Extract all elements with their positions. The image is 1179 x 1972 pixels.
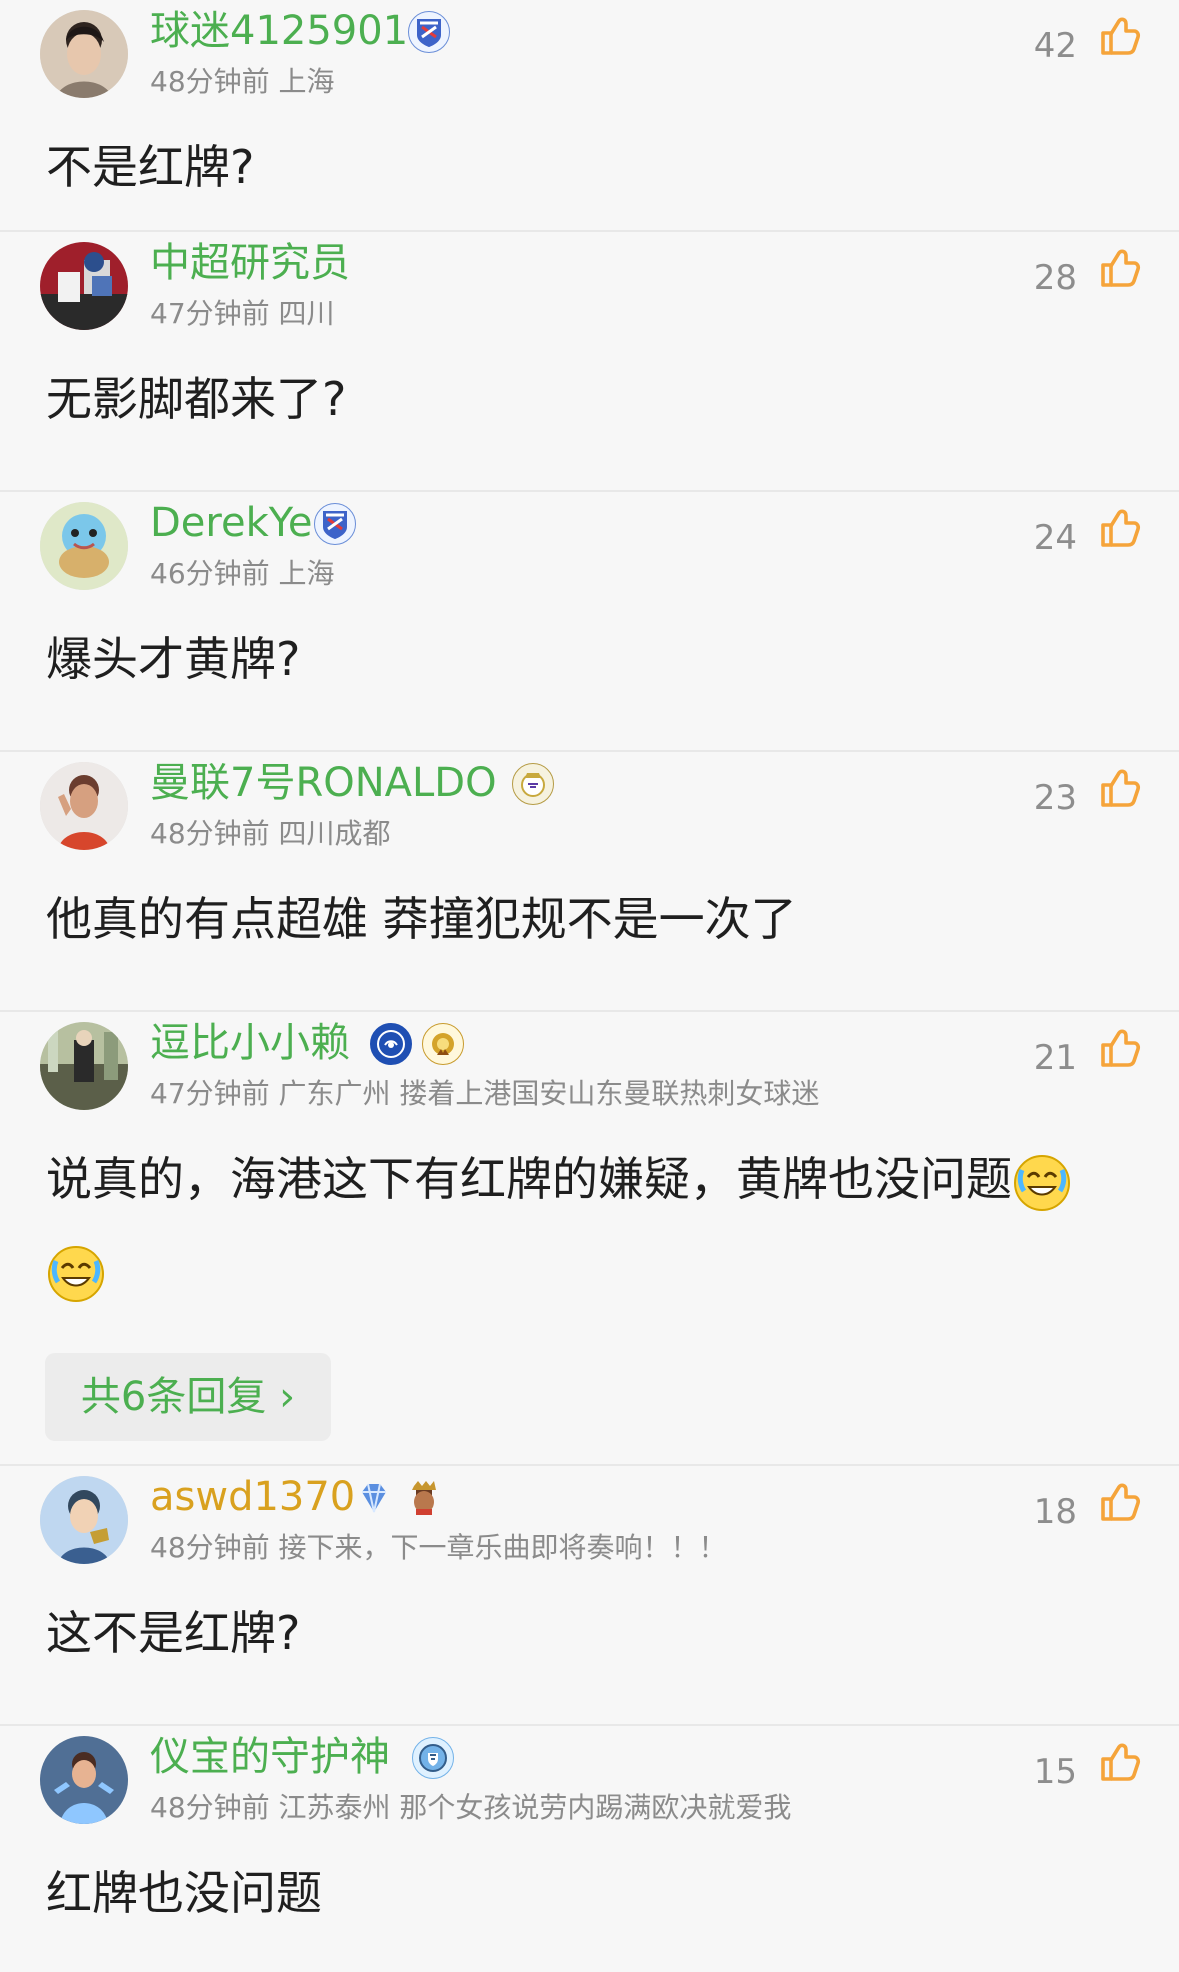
laughing-emoji-icon xyxy=(46,1244,106,1304)
badges xyxy=(354,1476,444,1520)
laughing-emoji-icon xyxy=(1012,1153,1072,1213)
player-badge-icon xyxy=(404,1478,444,1518)
thumbs-up-icon[interactable] xyxy=(1095,1024,1143,1072)
comment-feed: 球迷4125901 48分钟前 上海 42 不是红牌? 中超研究员 47分钟前 … xyxy=(0,0,1179,1972)
like-count: 28 xyxy=(1033,258,1077,298)
view-replies-label: 共6条回复 xyxy=(80,1374,267,1420)
comment-meta: 46分钟前 上海 xyxy=(150,557,335,590)
like-count: 21 xyxy=(1033,1038,1077,1078)
thumbs-up-icon[interactable] xyxy=(1095,244,1143,292)
chevron-right-icon: › xyxy=(266,1374,296,1420)
avatar[interactable] xyxy=(40,762,128,850)
username[interactable]: DerekYe xyxy=(150,498,312,548)
username[interactable]: 仪宝的守护神 xyxy=(150,1732,390,1782)
like-count: 15 xyxy=(1033,1752,1077,1792)
chelsea-badge-icon xyxy=(370,1023,412,1065)
comment-meta: 47分钟前 四川 xyxy=(150,297,335,330)
avatar[interactable] xyxy=(40,502,128,590)
comment-meta: 47分钟前 广东广州 搂着上港国安山东曼联热刺女球迷 xyxy=(150,1077,820,1110)
comment-text: 无影脚都来了? xyxy=(46,372,347,426)
comment-text: 红牌也没问题 xyxy=(46,1866,322,1920)
real-madrid-badge-icon xyxy=(512,763,554,805)
like-count: 24 xyxy=(1033,518,1077,558)
comment-item: 逗比小小赖 47分钟前 广东广州 搂着上港国安山东曼联热刺女球迷 21 说真的，… xyxy=(0,1012,1179,1466)
comment-item: 球迷4125901 48分钟前 上海 42 不是红牌? xyxy=(0,0,1179,232)
username[interactable]: 曼联7号RONALDO xyxy=(150,758,497,808)
diamond-badge-icon xyxy=(354,1478,394,1518)
avatar[interactable] xyxy=(40,1022,128,1110)
like-count: 18 xyxy=(1033,1492,1077,1532)
comment-item: DerekYe 46分钟前 上海 24 爆头才黄牌? xyxy=(0,492,1179,752)
avatar[interactable] xyxy=(40,10,128,98)
badges xyxy=(412,1736,454,1780)
comment-meta: 48分钟前 四川成都 xyxy=(150,817,391,850)
thumbs-up-icon[interactable] xyxy=(1095,12,1143,60)
username[interactable]: 逗比小小赖 xyxy=(150,1018,350,1068)
comment-meta: 48分钟前 接下来，下一章乐曲即将奏响！！！ xyxy=(150,1531,727,1564)
badges xyxy=(370,1022,464,1066)
comment-text: 说真的，海港这下有红牌的嫌疑，黄牌也没问题 xyxy=(46,1144,1143,1214)
shenhua-badge-icon xyxy=(314,503,356,545)
badges xyxy=(408,10,450,54)
thumbs-up-icon[interactable] xyxy=(1095,764,1143,812)
like-count: 23 xyxy=(1033,778,1077,818)
badges xyxy=(512,762,554,806)
username[interactable]: 球迷4125901 xyxy=(150,6,408,56)
avatar[interactable] xyxy=(40,242,128,330)
comment-text: 他真的有点超雄 莽撞犯规不是一次了 xyxy=(46,892,797,946)
comment-text: 这不是红牌? xyxy=(46,1606,301,1660)
comment-text: 不是红牌? xyxy=(46,140,255,194)
username[interactable]: 中超研究员 xyxy=(150,238,350,288)
comment-item: 曼联7号RONALDO 48分钟前 四川成都 23 他真的有点超雄 莽撞犯规不是… xyxy=(0,752,1179,1012)
comment-meta: 48分钟前 上海 xyxy=(150,65,335,98)
thumbs-up-icon[interactable] xyxy=(1095,504,1143,552)
comment-item: 中超研究员 47分钟前 四川 28 无影脚都来了? xyxy=(0,232,1179,492)
avatar[interactable] xyxy=(40,1736,128,1824)
comment-item: aswd1370 48分钟前 接下来，下一章乐曲即将奏响！！！ 18 这不是红牌… xyxy=(0,1466,1179,1726)
shenhua-badge-icon xyxy=(408,11,450,53)
username[interactable]: aswd1370 xyxy=(150,1472,355,1522)
comment-text: 爆头才黄牌? xyxy=(46,632,301,686)
badges xyxy=(314,502,356,546)
comment-item: 仪宝的守护神 48分钟前 江苏泰州 那个女孩说劳内踢满欧决就爱我 15 红牌也没… xyxy=(0,1726,1179,1972)
thumbs-up-icon[interactable] xyxy=(1095,1478,1143,1526)
like-count: 42 xyxy=(1033,26,1077,66)
man-city-badge-icon xyxy=(412,1737,454,1779)
thumbs-up-icon[interactable] xyxy=(1095,1738,1143,1786)
comment-meta: 48分钟前 江苏泰州 那个女孩说劳内踢满欧决就爱我 xyxy=(150,1791,792,1824)
comment-text-body: 说真的，海港这下有红牌的嫌疑，黄牌也没问题 xyxy=(46,1152,1012,1206)
avatar[interactable] xyxy=(40,1476,128,1564)
view-replies-button[interactable]: 共6条回复 › xyxy=(45,1353,331,1441)
gold-medal-badge-icon xyxy=(422,1023,464,1065)
